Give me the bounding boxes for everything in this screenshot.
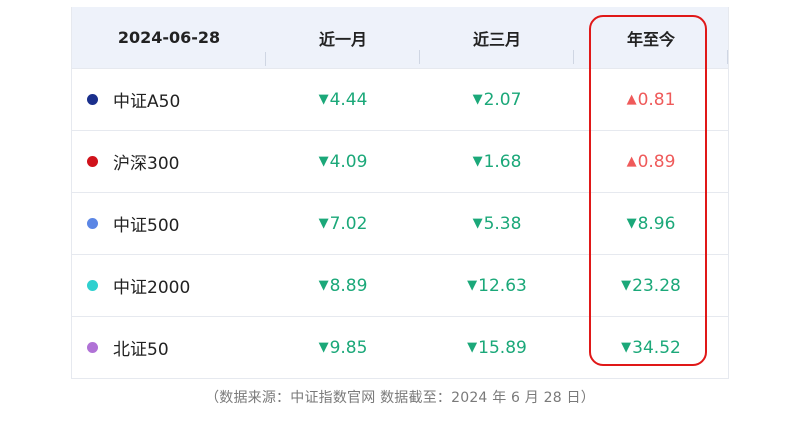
- down-triangle-icon: ▼: [318, 154, 329, 169]
- three-month-change-value: 5.38: [483, 213, 522, 234]
- one-month-change-cell: ▼ 4.09: [266, 152, 420, 172]
- index-name: 沪深300: [113, 154, 180, 174]
- index-name-cell: 中证A50: [72, 87, 266, 112]
- header-three-month: 近三月: [420, 26, 574, 64]
- table-row: 北证50 ▼ 9.85 ▼ 15.89 ▼ 34.52: [72, 316, 728, 378]
- table-row: 中证500 ▼ 7.02 ▼ 5.38 ▼ 8.96: [72, 192, 728, 254]
- header-date: 2024-06-28: [72, 28, 266, 66]
- three-month-change-value: 1.68: [483, 151, 522, 172]
- three-month-change-cell: ▼ 15.89: [420, 338, 574, 358]
- ytd-change-value: 34.52: [632, 337, 681, 358]
- one-month-change-cell: ▼ 4.44: [266, 90, 420, 110]
- index-name-cell: 中证2000: [72, 273, 266, 298]
- index-performance-panel: 2024-06-28 近一月 近三月 年至今 中证A50 ▼ 4.44 ▼ 2.07 ▲ 0…: [71, 7, 729, 379]
- ytd-change-value: 0.89: [637, 151, 676, 172]
- down-triangle-icon: ▼: [621, 278, 632, 293]
- ytd-change-value: 23.28: [632, 275, 681, 296]
- table-row: 中证2000 ▼ 8.89 ▼ 12.63 ▼ 23.28: [72, 254, 728, 316]
- ytd-change-value: 0.81: [637, 89, 676, 110]
- header-one-month: 近一月: [266, 26, 420, 64]
- one-month-change-value: 4.44: [329, 89, 368, 110]
- index-name-cell: 沪深300: [72, 149, 266, 174]
- down-triangle-icon: ▼: [626, 216, 637, 231]
- index-name-cell: 北证50: [72, 335, 266, 360]
- down-triangle-icon: ▼: [318, 340, 329, 355]
- three-month-change-cell: ▼ 2.07: [420, 90, 574, 110]
- index-performance-table: 2024-06-28 近一月 近三月 年至今 中证A50 ▼ 4.44 ▼ 2.07 ▲ 0…: [71, 7, 729, 379]
- legend-dot-icon: [87, 218, 98, 229]
- three-month-change-value: 2.07: [483, 89, 522, 110]
- table-row: 中证A50 ▼ 4.44 ▼ 2.07 ▲ 0.81: [72, 68, 728, 130]
- down-triangle-icon: ▼: [472, 92, 483, 107]
- index-name-cell: 中证500: [72, 211, 266, 236]
- down-triangle-icon: ▼: [472, 216, 483, 231]
- one-month-change-value: 8.89: [329, 275, 368, 296]
- source-note: （数据来源：中证指数官网 数据截至：2024 年 6 月 28 日）: [205, 390, 595, 406]
- one-month-change-cell: ▼ 8.89: [266, 276, 420, 296]
- down-triangle-icon: ▼: [318, 216, 329, 231]
- one-month-change-cell: ▼ 7.02: [266, 214, 420, 234]
- legend-dot-icon: [87, 342, 98, 353]
- one-month-change-cell: ▼ 9.85: [266, 338, 420, 358]
- three-month-change-cell: ▼ 5.38: [420, 214, 574, 234]
- down-triangle-icon: ▼: [318, 278, 329, 293]
- table-body: 中证A50 ▼ 4.44 ▼ 2.07 ▲ 0.81 沪深300 ▼ 4.09 ▼ 1.68 ▲ 0.89…: [72, 68, 728, 378]
- down-triangle-icon: ▼: [467, 278, 478, 293]
- up-triangle-icon: ▲: [626, 154, 637, 169]
- ytd-change-cell: ▲ 0.89: [574, 152, 728, 172]
- ytd-change-cell: ▲ 0.81: [574, 90, 728, 110]
- index-name: 中证500: [113, 216, 180, 236]
- legend-dot-icon: [87, 94, 98, 105]
- index-name: 北证50: [113, 340, 169, 360]
- up-triangle-icon: ▲: [626, 92, 637, 107]
- down-triangle-icon: ▼: [621, 340, 632, 355]
- index-name: 中证A50: [113, 92, 181, 112]
- one-month-change-value: 4.09: [329, 151, 368, 172]
- ytd-change-cell: ▼ 23.28: [574, 276, 728, 296]
- table-row: 沪深300 ▼ 4.09 ▼ 1.68 ▲ 0.89: [72, 130, 728, 192]
- three-month-change-value: 12.63: [478, 275, 527, 296]
- down-triangle-icon: ▼: [472, 154, 483, 169]
- index-name: 中证2000: [113, 278, 191, 298]
- legend-dot-icon: [87, 156, 98, 167]
- ytd-change-cell: ▼ 34.52: [574, 338, 728, 358]
- three-month-change-cell: ▼ 1.68: [420, 152, 574, 172]
- down-triangle-icon: ▼: [318, 92, 329, 107]
- down-triangle-icon: ▼: [467, 340, 478, 355]
- header-ytd: 年至今: [574, 26, 728, 64]
- ytd-change-value: 8.96: [637, 213, 676, 234]
- one-month-change-value: 9.85: [329, 337, 368, 358]
- table-header-row: 2024-06-28 近一月 近三月 年至今: [72, 7, 728, 68]
- three-month-change-cell: ▼ 12.63: [420, 276, 574, 296]
- one-month-change-value: 7.02: [329, 213, 368, 234]
- three-month-change-value: 15.89: [478, 337, 527, 358]
- ytd-change-cell: ▼ 8.96: [574, 214, 728, 234]
- legend-dot-icon: [87, 280, 98, 291]
